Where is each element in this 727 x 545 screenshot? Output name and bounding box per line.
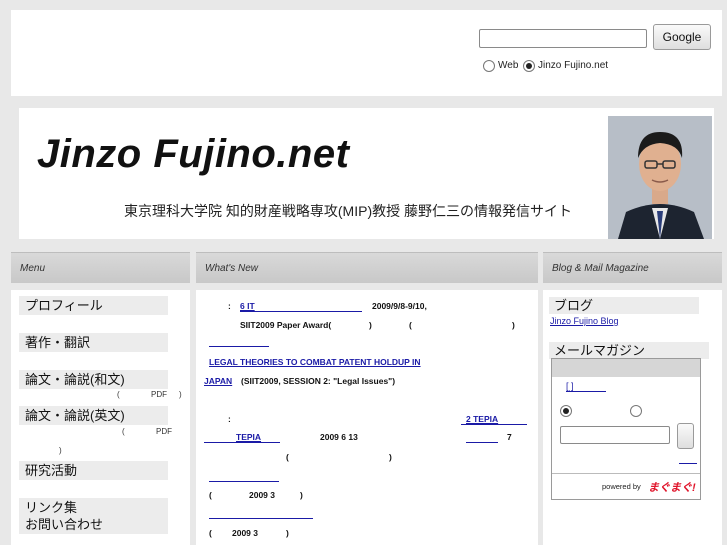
- site-subtitle: 東京理科大学院 知的財産戦略専攻(MIP)教授 藤野仁三の情報発信サイト: [124, 203, 572, 219]
- search-band: Google Web Jinzo Fujino.net: [11, 10, 722, 96]
- powered-by-label: powered by: [602, 482, 641, 491]
- radio-site[interactable]: [523, 60, 535, 72]
- site-title[interactable]: Jinzo Fujino.net: [37, 132, 349, 177]
- news-6-paren-close: ): [300, 490, 303, 500]
- menu-note-paren-close: ): [179, 390, 182, 399]
- mail-form-link-underline: [566, 391, 606, 392]
- news-5-underline-2: [466, 442, 498, 443]
- news-6-paren-open: (: [209, 490, 212, 500]
- news-3-link-b[interactable]: JAPAN: [204, 376, 232, 386]
- news-5-date: 2009 6 13: [320, 432, 358, 442]
- news-4-link[interactable]: 2 TEPIA: [466, 414, 498, 424]
- blog-mail-column: ブログ Jinzo Fujino Blog メールマガジン [ ] powere…: [543, 290, 722, 545]
- radio-web[interactable]: [483, 60, 495, 72]
- whats-new-header: What's New: [196, 252, 538, 283]
- news-6-date: 2009 3: [249, 490, 275, 500]
- radio-site-label: Jinzo Fujino.net: [538, 60, 609, 71]
- blog-heading: ブログ: [549, 297, 699, 314]
- news-1-link[interactable]: 6 IT: [240, 301, 255, 311]
- news-3-rest: (SIIT2009, SESSION 2: "Legal Issues"): [241, 376, 396, 386]
- mag2-logo[interactable]: まぐまぐ!: [648, 479, 696, 495]
- news-4-underline: [461, 424, 527, 425]
- mail-radio-unsubscribe[interactable]: [630, 405, 642, 417]
- news-1-underline: [240, 311, 362, 312]
- news-1-prefix: :: [228, 301, 231, 311]
- menu-item-contact[interactable]: お問い合わせ: [19, 515, 168, 534]
- search-input[interactable]: [479, 29, 647, 48]
- menu-note-paren-open: (: [117, 390, 120, 399]
- site-banner: Jinzo Fujino.net 東京理科大学院 知的財産戦略専攻(MIP)教授…: [19, 108, 714, 239]
- news-7-paren-open: (: [209, 528, 212, 538]
- news-2-paren-close: ): [512, 320, 515, 330]
- mail-radio-subscribe[interactable]: [560, 405, 572, 417]
- menu-note-paren-close-2: ): [59, 446, 62, 455]
- news-2-paren: ): [369, 320, 372, 330]
- menu-column-header: Menu: [11, 252, 190, 283]
- news-2-text: SIIT2009 Paper Award(: [240, 320, 332, 330]
- mail-form-box: [ ] powered by まぐまぐ!: [551, 358, 701, 500]
- news-5-paren-open: (: [286, 452, 289, 462]
- news-7-underline: [209, 518, 313, 519]
- mail-form-divider: [552, 473, 700, 474]
- blog-link[interactable]: Jinzo Fujino Blog: [550, 316, 619, 326]
- news-2-underline: [209, 346, 269, 347]
- mail-email-input[interactable]: [560, 426, 670, 444]
- blog-mail-header: Blog & Mail Magazine: [543, 252, 722, 283]
- news-5-num: 7: [507, 432, 512, 442]
- news-4-prefix: :: [228, 414, 231, 424]
- mail-form-header: [552, 359, 700, 377]
- whats-new-column: : 6 IT 2009/9/8-9/10, SIIT2009 Paper Awa…: [196, 290, 538, 545]
- news-5-paren-close: ): [389, 452, 392, 462]
- menu-item-research[interactable]: 研究活動: [19, 461, 168, 480]
- menu-note-pdf-1: PDF: [151, 390, 167, 399]
- portrait-photo: [608, 116, 712, 239]
- mail-form-underline: [679, 463, 697, 464]
- menu-column: プロフィール 著作・翻訳 論文・論説(和文) ( PDF ) 論文・論説(英文)…: [11, 290, 190, 545]
- news-1-date: 2009/9/8-9/10,: [372, 301, 427, 311]
- menu-item-papers-english[interactable]: 論文・論説(英文): [19, 406, 168, 425]
- menu-note-paren-open-2: (: [122, 427, 125, 436]
- mail-magazine-heading: メールマガジン: [549, 342, 709, 359]
- news-7-date: 2009 3: [232, 528, 258, 538]
- menu-item-publications[interactable]: 著作・翻訳: [19, 333, 168, 352]
- menu-note-pdf-2: PDF: [156, 427, 172, 436]
- mail-form-link[interactable]: [ ]: [566, 381, 574, 391]
- google-search-button[interactable]: Google: [653, 24, 711, 50]
- radio-web-label: Web: [498, 60, 519, 71]
- mail-submit-button[interactable]: [677, 423, 694, 449]
- menu-item-papers-japanese[interactable]: 論文・論説(和文): [19, 370, 168, 389]
- news-6-underline: [209, 481, 279, 482]
- menu-item-profile[interactable]: プロフィール: [19, 296, 168, 315]
- news-7-paren-close: ): [286, 528, 289, 538]
- news-3-link-a[interactable]: LEGAL THEORIES TO COMBAT PATENT HOLDUP I…: [209, 357, 421, 367]
- news-5-link[interactable]: TEPIA: [236, 432, 261, 442]
- news-2-paren-open: (: [409, 320, 412, 330]
- news-5-underline: [204, 442, 280, 443]
